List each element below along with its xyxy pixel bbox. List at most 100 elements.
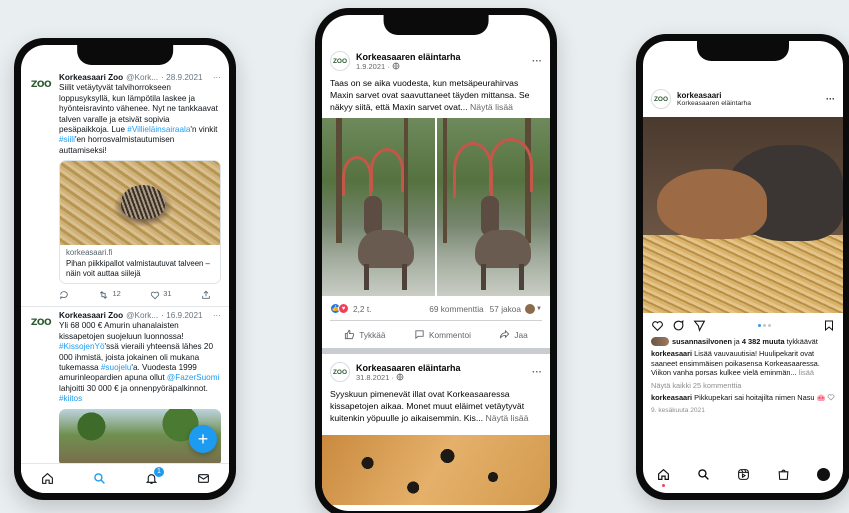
peccary-photo[interactable]	[643, 117, 843, 313]
tweet-handle: @Kork...	[126, 310, 159, 320]
thumbs-up-icon	[345, 329, 355, 340]
tweet-date: · 16.9.2021	[161, 310, 203, 320]
bookmark-icon[interactable]	[823, 319, 835, 332]
chevron-down-icon[interactable]: ▼	[536, 306, 542, 312]
post-date-text: 31.8.2021 ·	[356, 372, 394, 382]
notification-badge: 1	[154, 466, 164, 477]
more-options-icon[interactable]: ···	[210, 73, 221, 83]
reply-button[interactable]	[59, 289, 69, 299]
post-actions	[643, 313, 843, 334]
like-count: 31	[163, 289, 172, 299]
profile-avatar[interactable]: ZOO	[651, 89, 671, 109]
reindeer-photo[interactable]	[322, 118, 435, 296]
search-icon[interactable]	[92, 472, 106, 486]
comment-count[interactable]: 69 kommenttia	[429, 304, 483, 314]
pig-nose-emoji: 🐽	[816, 393, 826, 403]
bell-icon[interactable]: 1	[144, 466, 164, 486]
tweet-text-part: 'n vinkit	[190, 125, 218, 135]
zoo-logo[interactable]: ZOO	[29, 311, 53, 335]
carousel-indicator	[714, 324, 815, 327]
peccary-piglet	[657, 169, 767, 239]
share-label: Jaa	[514, 329, 528, 340]
reindeer-leg	[402, 264, 407, 290]
retweet-count: 12	[112, 289, 121, 299]
send-icon[interactable]	[693, 319, 706, 332]
reindeer-photo[interactable]	[437, 118, 550, 296]
post-photos	[322, 118, 550, 296]
like-button[interactable]: Tykkää	[344, 329, 386, 340]
comment-like-icon	[827, 394, 835, 401]
see-more-link[interactable]: Näytä lisää	[470, 102, 513, 112]
more-options-icon[interactable]: ···	[210, 311, 221, 321]
liker-username[interactable]: susannasilvonen	[672, 337, 732, 346]
liker-avatars[interactable]	[651, 337, 669, 346]
other-likes-count[interactable]: 4 382 muuta	[742, 337, 785, 346]
post-date: 9. kesäkuuta 2021	[651, 406, 705, 414]
share-button[interactable]	[201, 289, 211, 299]
account-subtitle: Korkeasaaren eläintarha	[677, 100, 752, 107]
page-avatar[interactable]: ZOO	[330, 362, 350, 382]
hashtag-link[interactable]: #kiitos	[59, 394, 82, 403]
home-icon[interactable]	[657, 468, 670, 487]
see-more-link[interactable]: Näytä lisää	[486, 413, 529, 423]
page-name[interactable]: Korkeasaaren eläintarha	[356, 363, 532, 373]
hashtag-link[interactable]: #siili	[59, 135, 75, 144]
phone-notch	[697, 41, 789, 61]
page-name[interactable]: Korkeasaaren eläintarha	[356, 52, 532, 62]
home-icon[interactable]	[40, 472, 54, 486]
more-options-icon[interactable]: ···	[532, 56, 542, 67]
link-card-title: Pihan piikkipallot valmistautuvat talvee…	[66, 258, 210, 279]
comment-text: Pikkupekari sai hoitajilta nimen Nasu	[692, 393, 815, 403]
leopard-photo[interactable]	[322, 435, 550, 505]
post-stats: 👍 ♥ 2,2 t. 69 kommenttia 57 jakoa ▼	[322, 296, 550, 320]
shop-icon[interactable]	[777, 468, 790, 481]
retweet-button[interactable]: 12	[98, 289, 121, 299]
comment-icon	[415, 330, 424, 340]
tweet-text: Yli 68 000 € Amurin uhanalaisten kissape…	[59, 321, 221, 404]
zoo-logo[interactable]: ZOO	[29, 73, 53, 97]
tweet[interactable]: ZOO Korkeasaari Zoo @Kork... · 28.9.2021…	[21, 69, 229, 307]
tweet-actions: 12 31	[59, 284, 221, 300]
share-count[interactable]: 57 jakoa	[490, 304, 521, 314]
heart-icon[interactable]	[651, 319, 664, 332]
like-label: Tykkää	[359, 329, 386, 340]
post-text: Syyskuun pimenevät illat ovat Korkeasaar…	[322, 382, 550, 429]
tweet-text-part: Yli 68 000 € Amurin uhanalaisten kissape…	[59, 321, 184, 341]
tweet-handle: @Kork...	[126, 73, 159, 82]
caption-username[interactable]: korkeasaari	[651, 349, 692, 358]
profile-icon[interactable]	[816, 467, 830, 481]
instagram-tab-bar	[643, 455, 843, 493]
compose-tweet-button[interactable]: +	[189, 425, 217, 453]
comment-button[interactable]: Kommentoi	[414, 329, 471, 340]
hashtag-link[interactable]: #KissojenYö	[59, 342, 105, 351]
mail-icon[interactable]	[196, 472, 210, 486]
reaction-count[interactable]: 2,2 t.	[353, 304, 371, 314]
tweet-author-name[interactable]: Korkeasaari Zoo	[59, 311, 123, 321]
tweet-author-name[interactable]: Korkeasaari Zoo	[59, 73, 123, 83]
caption-more-link[interactable]: lisää	[797, 368, 814, 377]
more-options-icon[interactable]: ···	[532, 367, 542, 378]
reels-icon[interactable]	[737, 468, 750, 481]
twitter-screen: ZOO Korkeasaari Zoo @Kork... · 28.9.2021…	[21, 45, 229, 493]
hashtag-link[interactable]: #Villieläinsairaala	[127, 125, 190, 134]
share-button[interactable]: Jaa	[499, 329, 528, 340]
mention-link[interactable]: @FazerSuomi	[167, 373, 219, 382]
search-icon[interactable]	[697, 468, 710, 481]
hashtag-link[interactable]: #suojelu	[101, 363, 132, 372]
comment-icon[interactable]	[672, 319, 685, 332]
view-comments-link[interactable]: Näytä kaikki 25 kommenttia	[643, 378, 843, 391]
profile-avatar[interactable]	[525, 303, 536, 314]
twitter-tab-bar: 1	[21, 463, 229, 493]
page-avatar[interactable]: ZOO	[330, 51, 350, 71]
phone-notch	[77, 45, 173, 65]
globe-icon	[396, 373, 404, 381]
twitter-feed[interactable]: ZOO Korkeasaari Zoo @Kork... · 28.9.2021…	[21, 69, 229, 463]
instagram-phone: ZOO korkeasaari Korkeasaaren eläintarha …	[636, 34, 849, 500]
like-button[interactable]: 31	[150, 289, 172, 300]
reply-icon	[60, 290, 68, 299]
link-card[interactable]: korkeasaari.fi Pihan piikkipallot valmis…	[59, 160, 221, 285]
username[interactable]: korkeasaari	[677, 91, 826, 100]
comment-username[interactable]: korkeasaari	[651, 393, 692, 402]
more-options-icon[interactable]: ···	[826, 94, 835, 104]
caption: korkeasaari Lisää vauvauutisia! Huulipek…	[643, 346, 843, 378]
